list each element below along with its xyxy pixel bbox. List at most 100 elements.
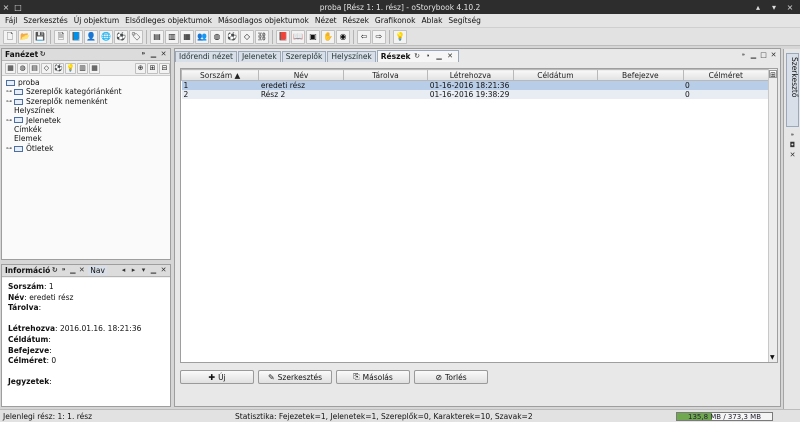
tab-4[interactable]: Részek ↻ ⁍ ▁ ✕: [376, 50, 459, 62]
menu-item-9[interactable]: Segítség: [445, 16, 483, 25]
book-view-icon[interactable]: 📕: [276, 29, 290, 44]
globe-view-icon[interactable]: ◍: [210, 29, 224, 44]
pin-icon[interactable]: ⁍: [139, 50, 148, 59]
idea-icon[interactable]: 💡: [393, 29, 407, 44]
open-folder-icon[interactable]: 📂: [18, 29, 32, 44]
add-node-icon[interactable]: ⊕: [135, 63, 146, 74]
collapse-all-icon[interactable]: ⊟: [159, 63, 170, 74]
maximize-icon[interactable]: □: [759, 51, 768, 60]
refresh-icon[interactable]: ↻: [38, 50, 47, 59]
minimize-icon[interactable]: ▁: [435, 52, 444, 61]
tree-filter-icon[interactable]: ◇: [41, 63, 52, 74]
close-icon[interactable]: ×: [0, 3, 12, 12]
tree-item[interactable]: Címkék: [6, 125, 166, 134]
tag-icon[interactable]: 🏷: [129, 29, 143, 44]
manage-icon[interactable]: ▣: [306, 29, 320, 44]
table-row[interactable]: 1 eredeti rész 01-16-2016 18:21:36 0: [181, 80, 769, 90]
reading-icon[interactable]: 📖: [291, 29, 305, 44]
minimize-icon[interactable]: ▁: [149, 50, 158, 59]
maximize-icon[interactable]: □: [12, 3, 24, 12]
refresh-icon[interactable]: ↻: [413, 52, 422, 61]
menu-item-6[interactable]: Részek: [340, 16, 372, 25]
scenes-view-icon[interactable]: ▥: [165, 29, 179, 44]
tab-list-icon[interactable]: ▾: [139, 266, 148, 275]
tab-navigation[interactable]: Nav: [88, 266, 107, 275]
book-icon[interactable]: 📘: [69, 29, 83, 44]
new-button[interactable]: ✚ Új: [180, 370, 254, 384]
column-header[interactable]: Céldátum: [512, 69, 599, 81]
tree-filter-icon[interactable]: ◍: [17, 63, 28, 74]
soccer-icon[interactable]: ⚽: [114, 29, 128, 44]
menu-item-0[interactable]: Fájl: [2, 16, 20, 25]
minimize-icon[interactable]: ▁: [749, 51, 758, 60]
tab-1[interactable]: Jelenetek: [237, 51, 281, 62]
column-header[interactable]: Sorszám ▲: [180, 69, 260, 81]
column-header[interactable]: Célméret: [682, 69, 770, 81]
vertical-scrollbar[interactable]: ⊞ ▼: [768, 69, 777, 362]
pin-icon[interactable]: ⁍: [739, 51, 748, 60]
forward-arrow-icon[interactable]: ⇨: [372, 29, 386, 44]
table-view-icon[interactable]: ▦: [180, 29, 194, 44]
tab-editor[interactable]: Szerkesztő: [786, 53, 799, 127]
tab-left-icon[interactable]: ◂: [119, 266, 128, 275]
tree-filter-icon[interactable]: ▥: [77, 63, 88, 74]
window-close-icon[interactable]: ×: [784, 3, 796, 12]
menu-item-2[interactable]: Új objektum: [71, 16, 122, 25]
tree-item[interactable]: Elemek: [6, 134, 166, 143]
new-file-icon[interactable]: 🗋: [3, 29, 17, 44]
expand-toggle-icon[interactable]: ⊶: [6, 144, 12, 153]
window-up-icon[interactable]: ▴: [752, 3, 764, 12]
tab-3[interactable]: Helyszínek: [327, 51, 376, 62]
tree-filter-icon[interactable]: ⚽: [53, 63, 64, 74]
copy-button[interactable]: ⎘ Másolás: [336, 370, 410, 384]
pin-icon[interactable]: ⁍: [424, 52, 433, 61]
window-down-icon[interactable]: ▾: [768, 3, 780, 12]
close-icon[interactable]: ✕: [769, 51, 778, 60]
close-icon[interactable]: ✕: [446, 52, 455, 61]
menu-item-8[interactable]: Ablak: [419, 16, 446, 25]
delete-button[interactable]: ⊘ Torlés: [414, 370, 488, 384]
minimize-icon[interactable]: ▁: [68, 266, 77, 275]
document-icon[interactable]: 🗎: [54, 29, 68, 44]
chain-icon[interactable]: ⛓: [255, 29, 269, 44]
column-header[interactable]: Név: [258, 69, 344, 81]
expand-all-icon[interactable]: ⊞: [147, 63, 158, 74]
edit-button[interactable]: ✎ Szerkesztés: [258, 370, 332, 384]
menu-item-4[interactable]: Másodlagos objektumok: [215, 16, 312, 25]
pin-icon[interactable]: ⁍: [788, 131, 797, 140]
tree-filter-icon[interactable]: ▦: [5, 63, 16, 74]
close-icon[interactable]: ✕: [77, 266, 86, 275]
menu-item-7[interactable]: Grafikonok: [372, 16, 419, 25]
tree-item[interactable]: ⊶ Szereplők kategóriánként: [6, 87, 166, 96]
tree-filter-icon[interactable]: ▦: [89, 63, 100, 74]
expand-toggle-icon[interactable]: ⊶: [6, 116, 12, 125]
globe-icon[interactable]: 🌐: [99, 29, 113, 44]
column-header[interactable]: Tárolva: [342, 69, 429, 81]
float-icon[interactable]: ◘: [788, 141, 797, 150]
hand-icon[interactable]: ✋: [321, 29, 335, 44]
soccer-view-icon[interactable]: ⚽: [225, 29, 239, 44]
tab-right-icon[interactable]: ▸: [129, 266, 138, 275]
table-row[interactable]: 2 Rész 2 01-16-2016 19:38:29 0: [181, 90, 769, 99]
close-icon[interactable]: ✕: [159, 50, 168, 59]
tree-item[interactable]: ⊶ Ötletek: [6, 144, 166, 153]
memory-indicator[interactable]: 135,8 MB / 373,3 MB: [676, 412, 773, 421]
close-icon[interactable]: ✕: [788, 151, 797, 160]
scroll-down-icon[interactable]: ▼: [770, 354, 775, 361]
minimize-icon[interactable]: ▁: [149, 266, 158, 275]
column-config-icon[interactable]: ⊞: [769, 70, 777, 79]
back-arrow-icon[interactable]: ⇦: [357, 29, 371, 44]
tree-item[interactable]: Helyszínek: [6, 106, 166, 115]
save-icon[interactable]: 💾: [33, 29, 47, 44]
person-icon[interactable]: 👤: [84, 29, 98, 44]
tree-root[interactable]: proba: [6, 78, 166, 87]
tree-item[interactable]: ⊶ Szereplők nemenként: [6, 97, 166, 106]
column-header[interactable]: Befejezve: [597, 69, 684, 81]
menu-item-1[interactable]: Szerkesztés: [20, 16, 70, 25]
tab-0[interactable]: Időrendi nézet: [175, 51, 237, 62]
tab-2[interactable]: Szereplők: [281, 51, 327, 62]
chapters-view-icon[interactable]: ▤: [150, 29, 164, 44]
memo-icon[interactable]: ◉: [336, 29, 350, 44]
refresh-icon[interactable]: ↻: [50, 266, 59, 275]
tree-filter-icon[interactable]: ▤: [29, 63, 40, 74]
